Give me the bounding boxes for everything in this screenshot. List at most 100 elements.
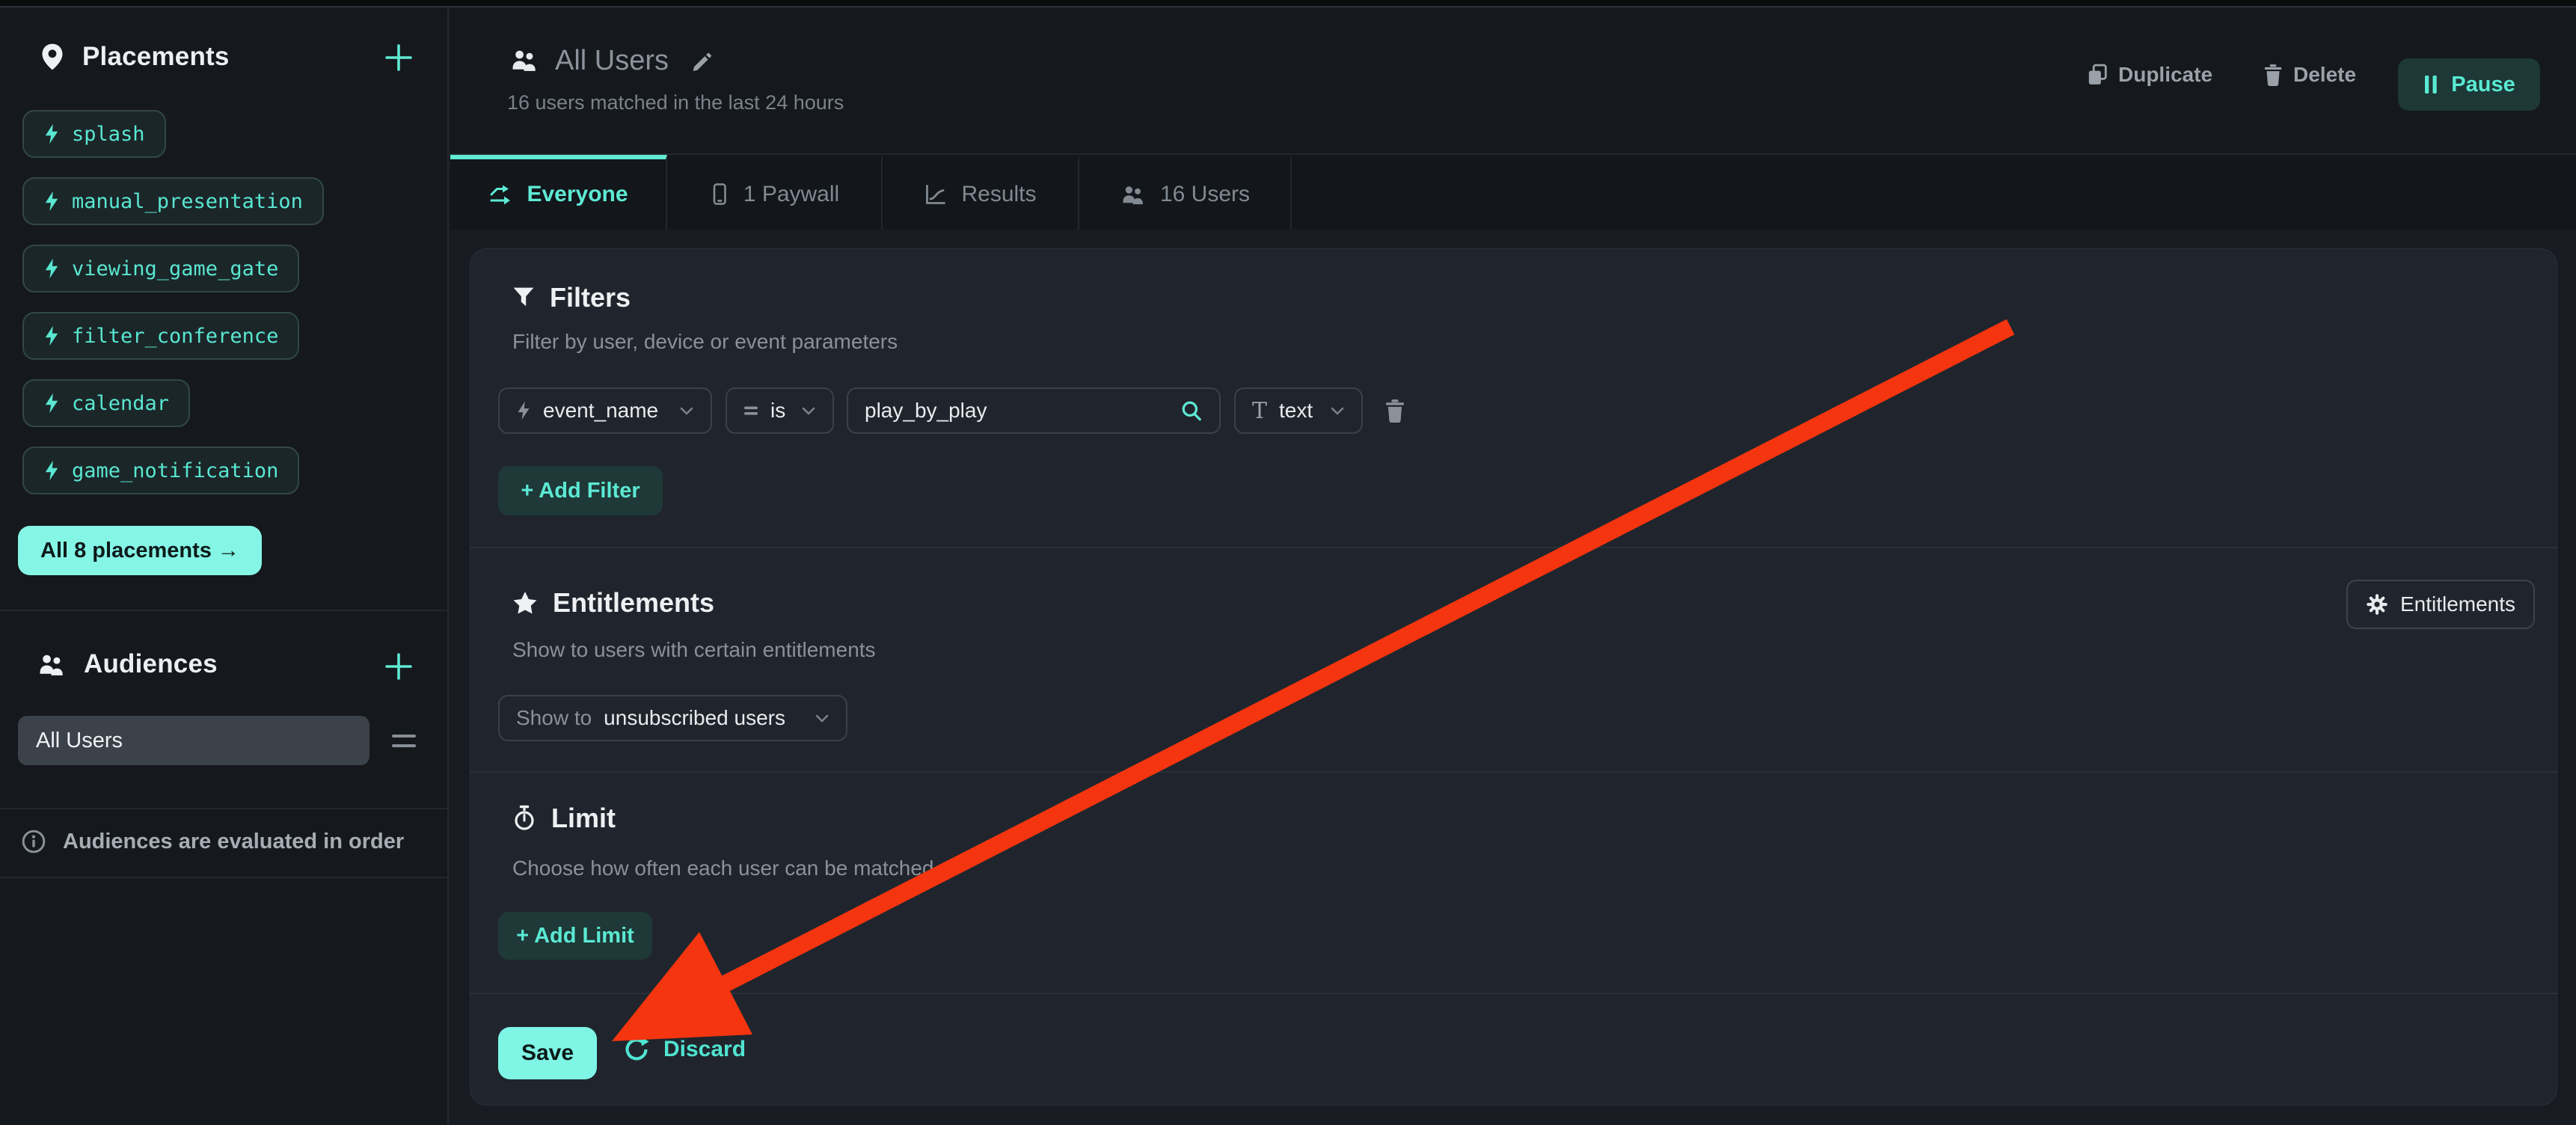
tab-everyone[interactable]: Everyone	[450, 155, 667, 230]
chevron-down-icon	[801, 406, 816, 416]
search-icon[interactable]	[1180, 399, 1203, 422]
all-placements-button[interactable]: All 8 placements →	[18, 526, 262, 575]
tab-label: Everyone	[527, 182, 628, 207]
pin-icon	[39, 42, 66, 72]
filter-value-text: play_by_play	[865, 399, 987, 423]
chevron-down-icon	[815, 714, 829, 723]
filters-title-text: Filters	[550, 282, 631, 313]
bolt-icon	[43, 190, 60, 212]
filter-operator-dropdown[interactable]: is	[726, 387, 834, 434]
pause-icon	[2423, 74, 2439, 95]
page-title: All Users	[555, 45, 669, 77]
add-audience-button[interactable]	[381, 649, 416, 684]
text-type-icon: T	[1252, 398, 1267, 424]
filter-operator-value: is	[770, 399, 785, 423]
placement-label: game_notification	[72, 459, 278, 482]
audiences-title: Audiences	[84, 649, 218, 679]
add-filter-button[interactable]: + Add Filter	[498, 466, 663, 515]
tab-label: 1 Paywall	[743, 182, 839, 207]
match-stats: 16 users matched in the last 24 hours	[507, 91, 844, 114]
window-top-border	[0, 0, 2576, 7]
bolt-icon	[43, 123, 60, 145]
users-icon	[36, 652, 67, 676]
add-limit-button[interactable]: + Add Limit	[498, 912, 652, 960]
users-icon	[1120, 184, 1147, 205]
placement-item-viewing-game-gate[interactable]: viewing_game_gate	[22, 245, 299, 292]
tab-users[interactable]: 16 Users	[1079, 155, 1292, 230]
sidebar-divider	[0, 808, 449, 809]
section-divider	[470, 771, 2558, 773]
limit-subtitle: Choose how often each user can be matche…	[512, 856, 933, 880]
placement-item-game-notification[interactable]: game_notification	[22, 447, 299, 494]
duplicate-button[interactable]: Duplicate	[2087, 63, 2212, 87]
placement-item-calendar[interactable]: calendar	[22, 379, 190, 427]
star-icon	[512, 591, 538, 615]
filter-field-value: event_name	[543, 399, 658, 423]
bolt-icon	[43, 257, 60, 280]
entitlements-subtitle: Show to users with certain entitlements	[512, 638, 876, 662]
show-to-value: unsubscribed users	[604, 706, 785, 730]
bolt-icon	[43, 459, 60, 482]
audiences-header: Audiences	[36, 649, 218, 679]
audience-item-all-users[interactable]: All Users	[18, 716, 369, 765]
audience-label: All Users	[36, 729, 123, 753]
audiences-note-text: Audiences are evaluated in order	[63, 830, 404, 854]
placements-header: Placements	[39, 42, 230, 72]
equals-icon	[743, 405, 758, 416]
show-to-label: Show to	[516, 706, 592, 730]
save-button[interactable]: Save	[498, 1027, 597, 1079]
sidebar-divider	[0, 610, 449, 611]
refresh-icon	[623, 1036, 650, 1063]
remove-filter-trash-icon[interactable]	[1384, 399, 1405, 423]
limit-title-text: Limit	[551, 803, 616, 834]
tab-label: 16 Users	[1160, 182, 1250, 207]
show-to-dropdown[interactable]: Show to unsubscribed users	[498, 695, 847, 741]
limit-section-title: Limit	[512, 803, 616, 834]
app-window: Placements splash manual_presentation vi…	[0, 0, 2576, 1125]
placement-item-filter-conference[interactable]: filter_conference	[22, 312, 299, 360]
trash-icon	[2263, 64, 2283, 86]
info-icon	[21, 829, 46, 854]
placement-label: manual_presentation	[72, 190, 303, 213]
drag-handle-icon[interactable]	[392, 735, 416, 747]
pause-button[interactable]: Pause	[2398, 58, 2540, 111]
phone-icon	[709, 182, 730, 207]
audiences-note: Audiences are evaluated in order	[21, 829, 404, 854]
discard-label: Discard	[663, 1037, 746, 1062]
edit-pencil-icon[interactable]	[691, 49, 715, 73]
filter-value-input[interactable]: play_by_play	[847, 387, 1221, 434]
header-divider	[449, 153, 2576, 155]
filter-type-dropdown[interactable]: T text	[1234, 387, 1363, 434]
placement-item-splash[interactable]: splash	[22, 110, 166, 158]
entitlements-button-label: Entitlements	[2400, 592, 2515, 616]
placement-label: viewing_game_gate	[72, 257, 278, 281]
tab-results[interactable]: Results	[883, 155, 1079, 230]
filter-field-dropdown[interactable]: event_name	[498, 387, 712, 434]
main-header: All Users 16 users matched in the last 2…	[450, 7, 2576, 155]
chevron-down-icon	[679, 406, 694, 416]
add-placement-button[interactable]	[381, 40, 416, 75]
audience-settings-card: Filters Filter by user, device or event …	[470, 248, 2557, 1106]
tab-paywall[interactable]: 1 Paywall	[667, 155, 883, 230]
placement-label: splash	[72, 123, 145, 146]
pause-label: Pause	[2451, 73, 2515, 97]
placement-item-manual-presentation[interactable]: manual_presentation	[22, 177, 324, 225]
gear-icon	[2366, 593, 2388, 616]
placements-title: Placements	[82, 42, 230, 72]
filters-section-title: Filters	[512, 282, 631, 313]
tab-label: Results	[961, 182, 1036, 207]
entitlements-manage-button[interactable]: Entitlements	[2346, 580, 2535, 629]
section-divider	[470, 547, 2558, 548]
delete-button[interactable]: Delete	[2263, 63, 2356, 87]
discard-button[interactable]: Discard	[623, 1036, 746, 1063]
bolt-icon	[43, 392, 60, 414]
entitlements-section-title: Entitlements	[512, 587, 714, 619]
bolt-icon	[43, 325, 60, 347]
stopwatch-icon	[512, 805, 536, 832]
section-divider	[470, 993, 2558, 994]
sidebar-divider	[0, 877, 449, 878]
users-icon	[509, 48, 540, 72]
sidebar: Placements splash manual_presentation vi…	[0, 7, 449, 1125]
filter-funnel-icon	[512, 286, 535, 309]
entitlements-title-text: Entitlements	[553, 587, 714, 619]
